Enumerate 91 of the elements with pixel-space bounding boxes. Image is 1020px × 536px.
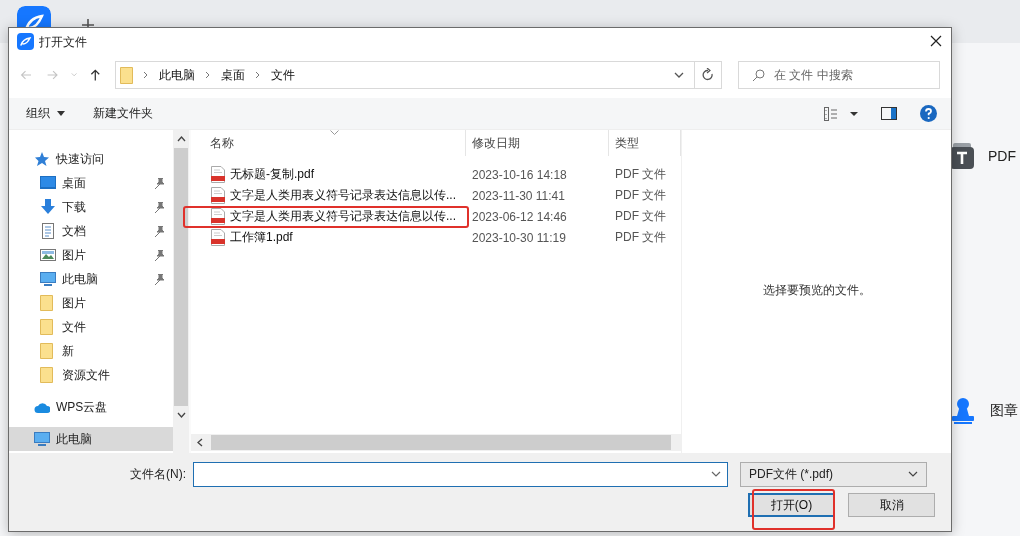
open-button[interactable]: 打开(O) bbox=[748, 493, 835, 517]
chevron-icon bbox=[205, 71, 211, 79]
search-icon bbox=[752, 69, 765, 82]
pin-icon bbox=[154, 177, 164, 189]
field-label: 文件名(N): bbox=[129, 465, 187, 483]
file-name: 无标题-复制.pdf bbox=[230, 166, 314, 183]
view-options-icon[interactable] bbox=[824, 106, 858, 121]
scroll-down-icon[interactable] bbox=[176, 412, 186, 418]
preview-pane-icon[interactable] bbox=[881, 107, 897, 120]
sidebar-item[interactable]: 快速访问 bbox=[9, 147, 173, 171]
new-folder-button[interactable]: 新建文件夹 bbox=[93, 105, 153, 122]
sidebar-item[interactable]: 桌面 bbox=[9, 171, 173, 195]
folder-icon bbox=[40, 295, 56, 311]
table-cell-text: PDF 文件 bbox=[614, 187, 668, 204]
folder-icon bbox=[120, 66, 133, 84]
scrollbar-thumb[interactable] bbox=[211, 435, 671, 450]
table-cell-text: 2023-06-12 14:46 bbox=[471, 209, 568, 224]
star-icon bbox=[34, 151, 50, 167]
filename-field[interactable] bbox=[193, 461, 728, 487]
document-icon bbox=[40, 223, 56, 239]
computer-icon bbox=[40, 271, 56, 287]
sidebar-item[interactable]: 新 bbox=[9, 339, 173, 363]
dropdown-caret-icon bbox=[908, 471, 918, 477]
pdf-file-icon bbox=[211, 166, 225, 183]
scrollbar[interactable] bbox=[173, 130, 189, 453]
breadcrumb[interactable]: 此电脑 bbox=[159, 66, 195, 84]
table-cell-text: PDF 文件 bbox=[614, 208, 668, 225]
file-row[interactable]: 文字是人类用表义符号记录表达信息以传... 2023-11-30 11:41 PDF 文件 bbox=[191, 185, 681, 206]
window-title: 打开文件 bbox=[39, 34, 87, 51]
pdf-file-icon bbox=[211, 187, 225, 204]
pdf-file-icon bbox=[211, 229, 225, 246]
table-cell-text: PDF 文件 bbox=[614, 229, 668, 246]
column-header[interactable]: 名称 bbox=[191, 130, 466, 156]
pin-icon bbox=[154, 273, 164, 285]
stamp-icon bbox=[950, 397, 976, 425]
sidebar-item[interactable]: 此电脑 bbox=[9, 267, 173, 291]
sidebar-item[interactable]: 文件 bbox=[9, 315, 173, 339]
sidebar-item[interactable]: 此电脑 bbox=[9, 427, 173, 451]
file-row[interactable]: 工作簿1.pdf 2023-10-30 11:19 PDF 文件 bbox=[191, 227, 681, 248]
sidebar-item[interactable]: WPS云盘 bbox=[9, 395, 173, 419]
folder-icon bbox=[40, 319, 56, 335]
cancel-button[interactable]: 取消 bbox=[848, 493, 935, 517]
column-header[interactable]: 类型 bbox=[609, 130, 681, 156]
table-cell-text: PDF 文件 bbox=[614, 166, 668, 183]
pin-icon bbox=[154, 201, 164, 213]
scrollbar[interactable] bbox=[191, 434, 681, 451]
sidebar-item[interactable]: 图片 bbox=[9, 291, 173, 315]
dropdown-caret-icon[interactable] bbox=[711, 471, 721, 477]
help-icon[interactable] bbox=[920, 105, 937, 122]
folder-icon bbox=[40, 367, 56, 383]
column-header[interactable]: 修改日期 bbox=[466, 130, 609, 156]
desktop-icon bbox=[40, 175, 56, 191]
table-cell-text: 2023-10-16 14:18 bbox=[471, 167, 568, 182]
table-cell-text: 2023-10-30 11:19 bbox=[471, 230, 567, 245]
chevron-icon bbox=[255, 71, 261, 79]
file-row[interactable]: 文字是人类用表义符号记录表达信息以传... 2023-06-12 14:46 PDF 文件 bbox=[191, 206, 681, 227]
file-name: 文字是人类用表义符号记录表达信息以传... bbox=[230, 208, 456, 225]
sidebar-item[interactable]: 文档 bbox=[9, 219, 173, 243]
up-arrow-icon[interactable] bbox=[89, 67, 102, 83]
scroll-up-icon[interactable] bbox=[176, 136, 186, 142]
refresh-icon bbox=[702, 68, 714, 82]
table-cell-text: 2023-11-30 11:41 bbox=[471, 188, 566, 203]
sidebar-item[interactable]: 图片 bbox=[9, 243, 173, 267]
download-arrow-icon bbox=[40, 199, 56, 215]
search-field[interactable]: 在 文件 中搜索 bbox=[738, 61, 940, 89]
file-type-dropdown[interactable]: PDF文件 (*.pdf) bbox=[740, 461, 927, 487]
address-bar[interactable]: 此电脑 桌面 文件 bbox=[115, 61, 722, 89]
pdf-file-icon bbox=[211, 208, 225, 225]
sidebar-item[interactable]: 下载 bbox=[9, 195, 173, 219]
picture-icon bbox=[40, 247, 56, 263]
close-icon[interactable] bbox=[930, 35, 942, 47]
file-row[interactable]: 无标题-复制.pdf 2023-10-16 14:18 PDF 文件 bbox=[191, 164, 681, 185]
scrollbar-thumb[interactable] bbox=[174, 148, 188, 406]
tool-label: PDF bbox=[988, 148, 1016, 164]
computer-icon bbox=[34, 431, 50, 447]
file-name: 工作簿1.pdf bbox=[230, 229, 293, 246]
sort-caret-icon bbox=[330, 130, 339, 135]
file-name: 文字是人类用表义符号记录表达信息以传... bbox=[230, 187, 456, 204]
dropdown-caret-icon bbox=[57, 111, 65, 116]
breadcrumb[interactable]: 文件 bbox=[271, 66, 295, 84]
chevron-icon bbox=[143, 71, 149, 79]
breadcrumb[interactable]: 桌面 bbox=[221, 66, 245, 84]
folder-icon bbox=[40, 343, 56, 359]
organize-menu[interactable]: 组织 bbox=[26, 105, 65, 122]
pin-icon bbox=[154, 225, 164, 237]
preview-message: 选择要预览的文件。 bbox=[762, 282, 871, 299]
dropdown-caret-icon[interactable] bbox=[674, 72, 684, 78]
scroll-left-icon[interactable] bbox=[197, 438, 203, 447]
pin-icon bbox=[154, 249, 164, 261]
tool-label: 图章 bbox=[990, 402, 1018, 420]
sidebar-item[interactable]: 资源文件 bbox=[9, 363, 173, 387]
